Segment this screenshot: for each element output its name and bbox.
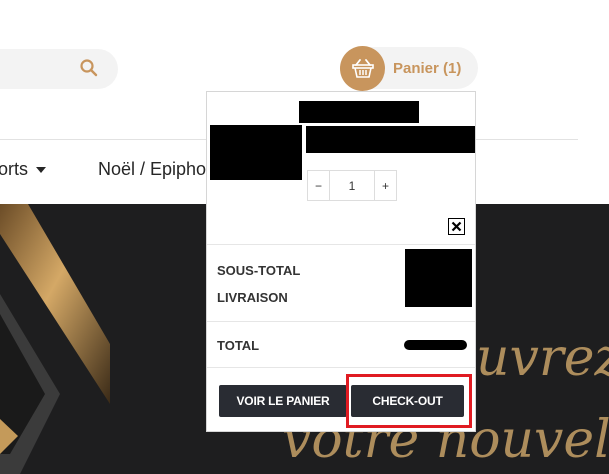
divider [207, 367, 475, 368]
checkout-highlight-box [346, 374, 472, 428]
divider [207, 321, 475, 322]
search-icon[interactable] [79, 58, 99, 78]
redacted-product-name [306, 126, 475, 153]
caret-down-icon [36, 167, 47, 174]
subtotal-label: SOUS-TOTAL [217, 263, 301, 278]
redacted-product-image [210, 125, 302, 180]
nav-item-sports[interactable]: orts [0, 159, 47, 180]
nav-item-label: orts [0, 159, 29, 179]
nav-item-noel[interactable]: Noël / Epipho [98, 159, 206, 180]
divider [207, 244, 475, 245]
search-input[interactable] [0, 49, 118, 89]
view-cart-button[interactable]: VOIR LE PANIER [219, 385, 347, 417]
quantity-stepper[interactable]: − 1 + [307, 170, 397, 201]
increase-button[interactable]: + [375, 171, 396, 200]
redacted-item-title [299, 101, 419, 123]
quantity-value[interactable]: 1 [329, 171, 375, 200]
close-icon [451, 221, 462, 232]
shipping-label: LIVRAISON [217, 290, 288, 305]
remove-item-button[interactable] [448, 218, 465, 235]
redacted-total-value [404, 340, 467, 350]
hero-headline-line1: uvrez [476, 328, 609, 388]
decrease-button[interactable]: − [308, 171, 329, 200]
basket-icon[interactable] [340, 46, 385, 91]
cart-label[interactable]: Panier (1) [393, 60, 461, 77]
redacted-subtotal-values [405, 249, 472, 307]
total-label: TOTAL [217, 338, 260, 353]
